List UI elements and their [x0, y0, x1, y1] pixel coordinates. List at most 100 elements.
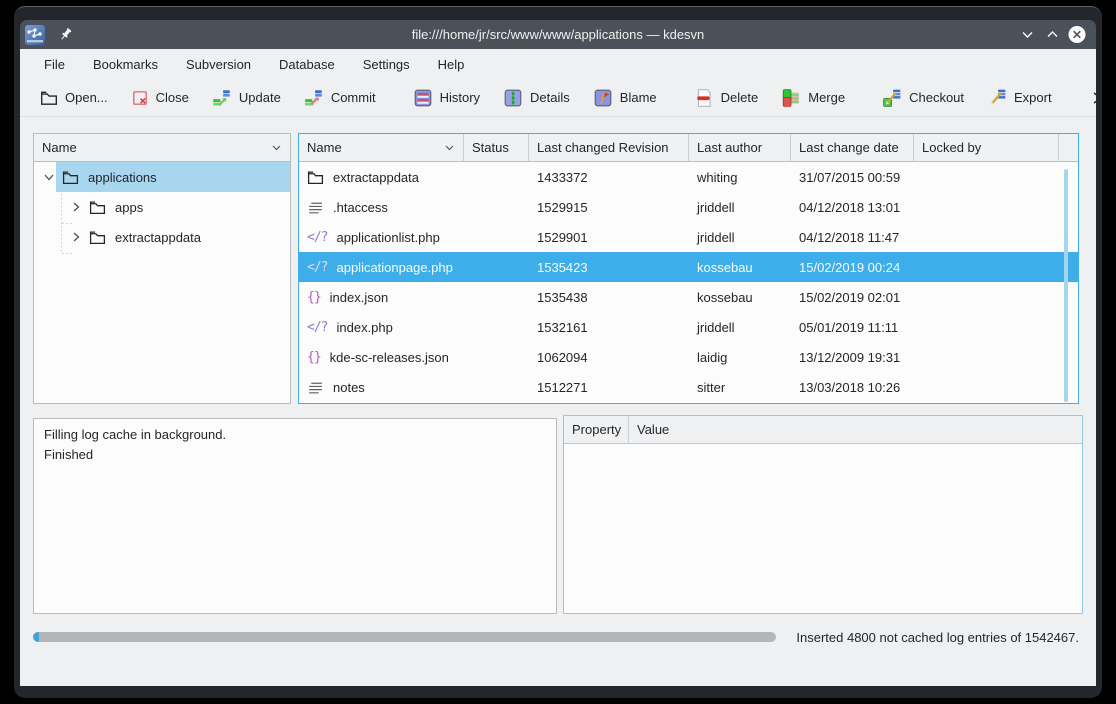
- menu-settings[interactable]: Settings: [356, 54, 417, 75]
- minimize-button[interactable]: [1018, 26, 1036, 44]
- folder-icon: [89, 229, 106, 246]
- table-row[interactable]: {}kde-sc-releases.json 1062094 laidig 13…: [299, 342, 1078, 372]
- blame-icon: [593, 88, 613, 108]
- close-file-icon: [131, 89, 149, 107]
- chevron-down-icon[interactable]: [42, 170, 56, 184]
- php-file-icon: </?: [307, 260, 327, 275]
- update-button[interactable]: Update: [205, 84, 288, 112]
- tree-header-label: Name: [42, 140, 77, 155]
- repository-tree-panel: Name: [33, 133, 291, 404]
- column-header-name[interactable]: Name: [299, 134, 464, 162]
- file-name: .htaccess: [333, 200, 388, 215]
- main-area: Name: [20, 117, 1096, 686]
- chevron-right-icon: [1090, 91, 1096, 105]
- table-row[interactable]: .htaccess 1529915 jriddell 04/12/2018 13…: [299, 192, 1078, 222]
- commit-button[interactable]: Commit: [297, 84, 383, 112]
- json-file-icon: {}: [307, 290, 321, 305]
- file-locked-by: [914, 192, 1059, 222]
- menu-subversion[interactable]: Subversion: [179, 54, 258, 75]
- menu-bookmarks[interactable]: Bookmarks: [86, 54, 165, 75]
- file-status: [464, 252, 529, 282]
- row-filler: [1059, 342, 1078, 372]
- table-row[interactable]: notes 1512271 sitter 13/03/2018 10:26: [299, 372, 1078, 402]
- column-header-property[interactable]: Property: [564, 416, 629, 444]
- details-button[interactable]: Details: [496, 84, 577, 112]
- column-header-filler: [1059, 134, 1078, 162]
- delete-button-label: Delete: [721, 90, 759, 105]
- merge-button[interactable]: Merge: [774, 84, 852, 112]
- menubar: File Bookmarks Subversion Database Setti…: [20, 49, 1096, 79]
- file-name: index.php: [336, 320, 392, 335]
- column-header-revision[interactable]: Last changed Revision: [529, 134, 689, 162]
- tree-item-row[interactable]: extractappdata: [83, 222, 290, 252]
- pin-icon[interactable]: [55, 25, 75, 45]
- tree-item-label: extractappdata: [115, 230, 201, 245]
- properties-header: Property Value: [564, 416, 1082, 444]
- file-revision: 1532161: [529, 312, 689, 342]
- close-button-toolbar[interactable]: Close: [124, 85, 196, 111]
- checkout-button[interactable]: Checkout: [875, 84, 971, 112]
- file-date: 31/07/2015 00:59: [791, 162, 914, 192]
- file-date: 15/02/2019 00:24: [791, 252, 914, 282]
- column-header-status[interactable]: Status: [464, 134, 529, 162]
- tree-item-row[interactable]: apps: [83, 192, 290, 222]
- folder-icon: [89, 199, 106, 216]
- row-filler: [1059, 252, 1078, 282]
- chevron-right-icon[interactable]: [69, 200, 83, 214]
- table-row[interactable]: </?index.php 1532161 jriddell 05/01/2019…: [299, 312, 1078, 342]
- toolbar: Open... Close Up: [20, 79, 1096, 117]
- row-filler: [1059, 222, 1078, 252]
- history-button[interactable]: History: [406, 84, 487, 112]
- file-revision: 1535438: [529, 282, 689, 312]
- history-button-label: History: [440, 90, 480, 105]
- window-controls: [1018, 26, 1086, 44]
- window-content: File Bookmarks Subversion Database Setti…: [20, 49, 1096, 686]
- file-name: extractappdata: [333, 170, 419, 185]
- blame-button[interactable]: Blame: [586, 84, 664, 112]
- export-icon: [987, 88, 1007, 108]
- menu-help[interactable]: Help: [431, 54, 472, 75]
- tree-item-apps[interactable]: apps: [34, 192, 290, 222]
- tree-header-name[interactable]: Name: [34, 134, 290, 162]
- column-header-date[interactable]: Last change date: [791, 134, 914, 162]
- close-button[interactable]: [1068, 26, 1086, 44]
- chevron-right-icon[interactable]: [69, 230, 83, 244]
- column-header-locked[interactable]: Locked by: [914, 134, 1059, 162]
- table-row[interactable]: extractappdata 1433372 whiting 31/07/201…: [299, 162, 1078, 192]
- vertical-scrollbar[interactable]: [1064, 169, 1068, 402]
- file-name: applicationlist.php: [336, 230, 439, 245]
- svn-update-icon: [212, 88, 232, 108]
- titlebar[interactable]: file:///home/jr/src/www/www/applications…: [20, 20, 1096, 49]
- tree-item-extractappdata[interactable]: extractappdata: [34, 222, 290, 252]
- column-header-label: Last changed Revision: [537, 140, 669, 155]
- delete-button[interactable]: Delete: [687, 84, 766, 112]
- open-button[interactable]: Open...: [33, 85, 115, 111]
- row-filler: [1059, 282, 1078, 312]
- column-header-author[interactable]: Last author: [689, 134, 791, 162]
- statusbar: Inserted 4800 not cached log entries of …: [33, 628, 1079, 646]
- table-row[interactable]: </?applicationlist.php 1529901 jriddell …: [299, 222, 1078, 252]
- toolbar-overflow-button[interactable]: [1082, 87, 1096, 109]
- export-button[interactable]: Export: [980, 84, 1059, 112]
- table-row-selected[interactable]: </?applicationpage.php 1535423 kossebau …: [299, 252, 1078, 282]
- row-filler: [1059, 162, 1078, 192]
- table-row[interactable]: {}index.json 1535438 kossebau 15/02/2019…: [299, 282, 1078, 312]
- progress-bar: [33, 632, 776, 642]
- checkout-button-label: Checkout: [909, 90, 964, 105]
- tree-item-applications[interactable]: applications: [34, 162, 290, 192]
- tree-item-selection[interactable]: applications: [56, 162, 290, 192]
- menu-file[interactable]: File: [37, 54, 72, 75]
- history-icon: [413, 88, 433, 108]
- file-status: [464, 162, 529, 192]
- row-filler: [1059, 312, 1078, 342]
- menu-database[interactable]: Database: [272, 54, 342, 75]
- file-name: index.json: [330, 290, 389, 305]
- maximize-button[interactable]: [1043, 26, 1061, 44]
- row-filler: [1059, 192, 1078, 222]
- row-filler: [1059, 372, 1078, 402]
- file-date: 05/01/2019 11:11: [791, 312, 914, 342]
- tree-item-label: applications: [88, 170, 157, 185]
- merge-button-label: Merge: [808, 90, 845, 105]
- column-header-value[interactable]: Value: [629, 416, 1082, 444]
- file-author: jriddell: [689, 312, 791, 342]
